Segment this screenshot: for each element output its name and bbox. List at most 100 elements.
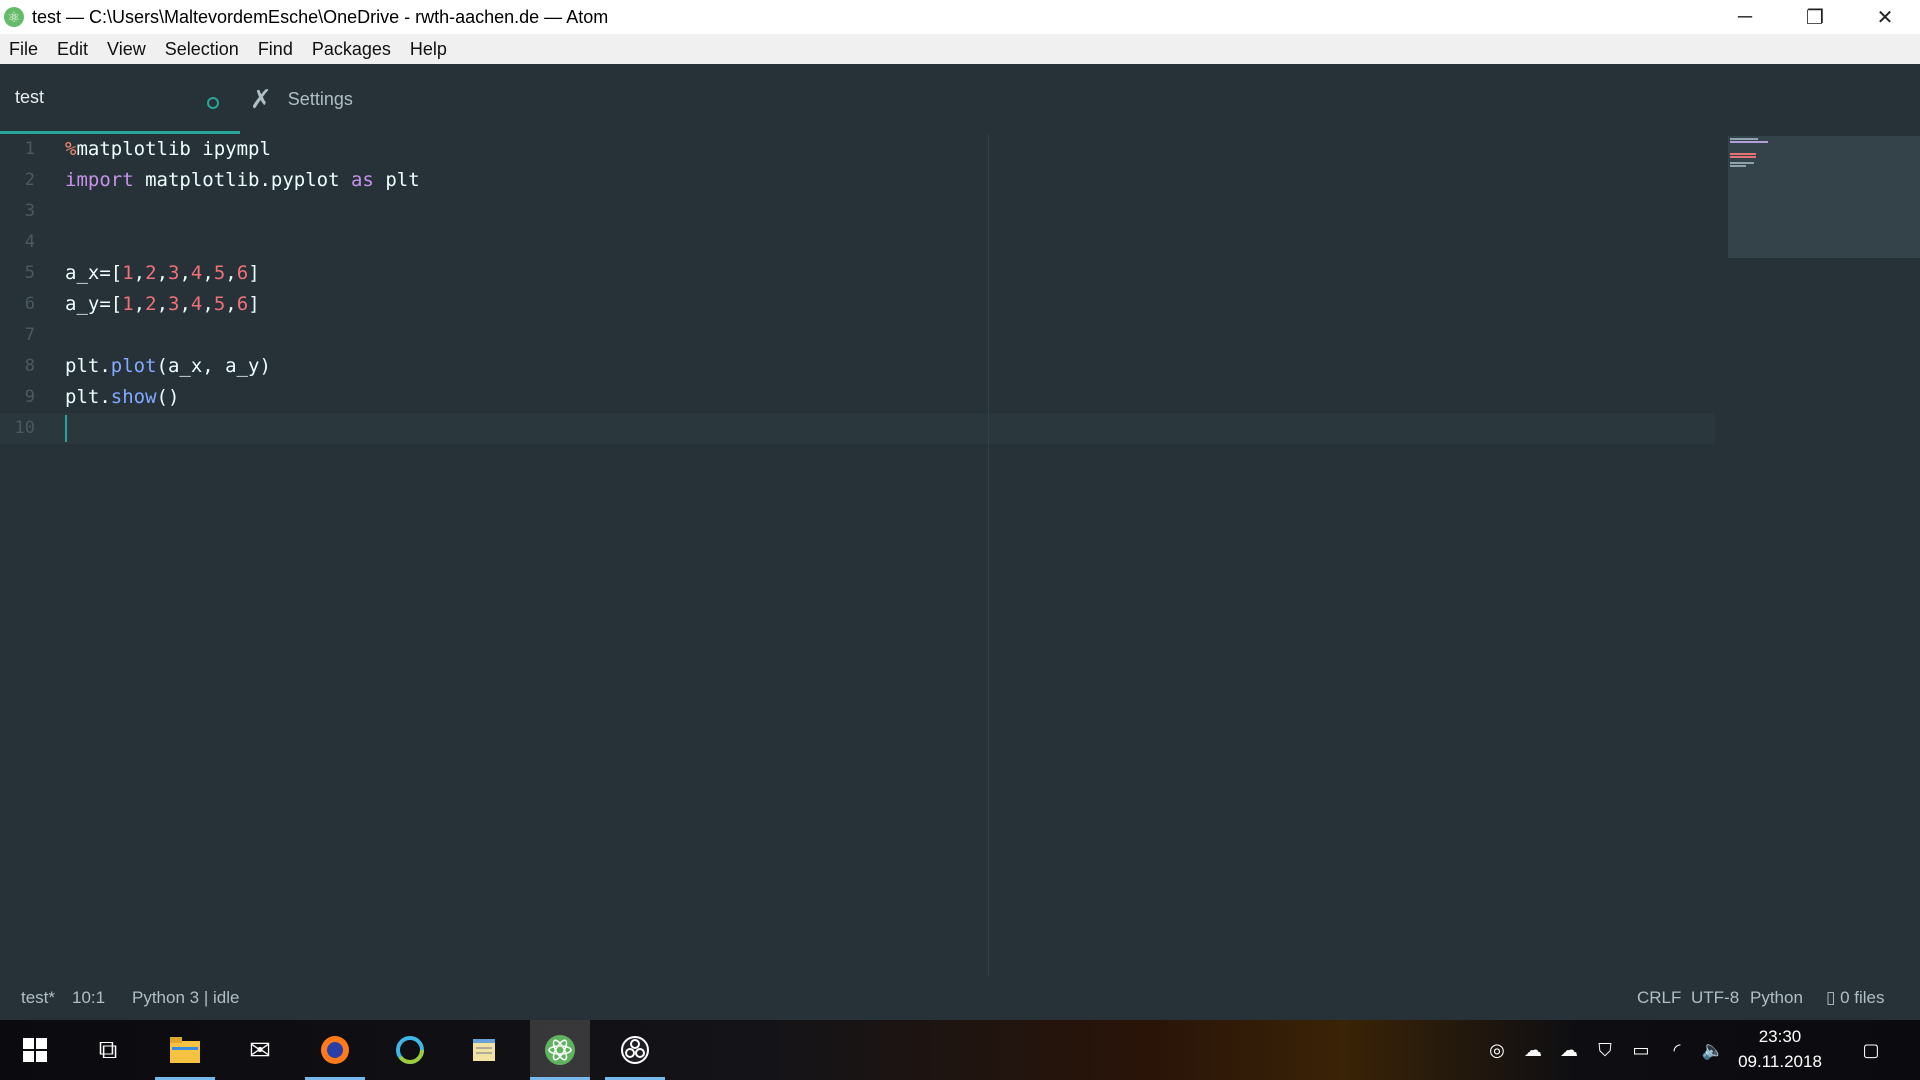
clock-date: 09.11.2018 xyxy=(1738,1052,1822,1071)
menu-edit[interactable]: Edit xyxy=(48,39,98,60)
token-text: () xyxy=(156,386,180,408)
window-controls: ─ ❐ ✕ xyxy=(1710,0,1920,34)
line-number: 10 xyxy=(14,418,35,438)
code-line-2: import matplotlib.pyplot as plt xyxy=(65,165,420,196)
line-number: 9 xyxy=(24,387,35,407)
windows-taskbar: ⧉ ✉ ◎ ☁ ☁ ⛉ ▭ ◜ 🔈 23:30 09.11.2018 ▢ xyxy=(0,1020,1920,1080)
status-kernel[interactable]: Python 3 | idle xyxy=(132,976,239,1020)
line-number: 6 xyxy=(24,294,35,314)
atom-icon xyxy=(545,1035,575,1065)
token-number: 4 xyxy=(190,262,203,284)
minimap-line xyxy=(1730,165,1746,167)
tray-cloud-icon[interactable]: ☁ xyxy=(1554,1020,1584,1080)
atom-taskbar-button[interactable] xyxy=(530,1020,590,1080)
tray-battery-icon[interactable]: ▭ xyxy=(1626,1020,1656,1080)
mail-icon: ✉ xyxy=(249,1034,271,1065)
obs-studio-button[interactable] xyxy=(605,1020,665,1080)
code-line-8: plt.plot(a_x, a_y) xyxy=(65,351,271,382)
code-line-5: a_x=[1,2,3,4,5,6] xyxy=(65,262,260,284)
modified-indicator-icon[interactable] xyxy=(207,97,219,109)
menu-find[interactable]: Find xyxy=(249,39,303,60)
token-text: a_x=[ xyxy=(65,262,123,284)
token-number: 6 xyxy=(236,293,249,315)
line-number: 3 xyxy=(24,201,35,221)
line-number: 1 xyxy=(24,139,35,159)
menu-view[interactable]: View xyxy=(98,39,156,60)
status-cursor-position[interactable]: 10:1 xyxy=(72,976,105,1020)
firefox-button[interactable] xyxy=(305,1020,365,1080)
token-text: plt. xyxy=(65,355,111,377)
menu-bar: File Edit View Selection Find Packages H… xyxy=(0,34,1920,65)
token-number: 2 xyxy=(145,293,157,315)
window-title: test — C:\Users\MaltevordemEsche\OneDriv… xyxy=(32,6,609,27)
status-file-name[interactable]: test* xyxy=(21,976,55,1020)
tab-title: Settings xyxy=(287,88,353,109)
menu-file[interactable]: File xyxy=(0,39,48,60)
minimap[interactable] xyxy=(1728,136,1920,258)
tray-onedrive-icon[interactable]: ☁ xyxy=(1518,1020,1548,1080)
code-line-9: plt.show() xyxy=(65,382,179,413)
status-encoding[interactable]: UTF-8 xyxy=(1691,976,1739,1020)
close-button[interactable]: ✕ xyxy=(1850,0,1920,34)
file-explorer-button[interactable] xyxy=(155,1020,215,1080)
windows-logo-icon xyxy=(23,1038,47,1062)
tray-obs-icon[interactable]: ◎ xyxy=(1482,1020,1512,1080)
firefox-icon xyxy=(321,1036,349,1064)
token-text: a_y=[ xyxy=(65,293,123,315)
git-files-count: 0 files xyxy=(1840,988,1885,1007)
tab-settings[interactable]: ✗ Settings xyxy=(250,64,450,134)
status-git[interactable]: ▯ 0 files xyxy=(1826,976,1885,1020)
token-number: 5 xyxy=(213,293,226,315)
token-number: 3 xyxy=(168,262,180,284)
line-number: 8 xyxy=(24,356,35,376)
token-function: show xyxy=(110,386,157,408)
tray-wifi-icon[interactable]: ◜ xyxy=(1662,1020,1692,1080)
task-view-icon: ⧉ xyxy=(98,1034,118,1064)
minimap-line xyxy=(1730,162,1754,164)
restore-button[interactable]: ❐ xyxy=(1780,0,1850,34)
token-text: ] xyxy=(248,293,260,315)
tab-bar: test ✗ Settings xyxy=(0,64,1920,134)
token-magic: % xyxy=(65,138,77,160)
line-number: 2 xyxy=(24,170,35,190)
token-keyword: import xyxy=(65,169,134,191)
system-clock[interactable]: 23:30 09.11.2018 xyxy=(1730,1024,1830,1074)
token-number: 4 xyxy=(190,293,203,315)
text-editor[interactable]: 1 2 3 4 5 6 7 8 9 10 %matplotlib ipympl … xyxy=(0,134,1920,976)
task-view-button[interactable]: ⧉ xyxy=(78,1020,138,1080)
token-number: 1 xyxy=(122,293,134,315)
token-number: 1 xyxy=(122,262,134,284)
cursor-line-highlight xyxy=(0,413,1715,444)
start-button[interactable] xyxy=(5,1020,65,1080)
minimap-line xyxy=(1730,156,1756,158)
menu-help[interactable]: Help xyxy=(401,39,457,60)
status-grammar[interactable]: Python xyxy=(1750,976,1803,1020)
token-keyword: as xyxy=(350,169,374,191)
token-function: plot xyxy=(110,355,157,377)
token-text: matplotlib ipympl xyxy=(76,138,271,160)
line-number: 7 xyxy=(24,325,35,345)
title-bar: ⚛ test — C:\Users\MaltevordemEsche\OneDr… xyxy=(0,0,1920,34)
minimize-button[interactable]: ─ xyxy=(1710,0,1780,34)
tools-icon: ✗ xyxy=(250,83,272,114)
token-number: 5 xyxy=(213,262,226,284)
mail-button[interactable]: ✉ xyxy=(230,1020,290,1080)
notepad-button[interactable] xyxy=(455,1020,515,1080)
circle-app-icon xyxy=(396,1036,424,1064)
code-line-6: a_y=[1,2,3,4,5,6] xyxy=(65,293,260,315)
notifications-icon[interactable]: ▢ xyxy=(1854,1020,1888,1080)
clock-time: 23:30 xyxy=(1758,1027,1802,1046)
tab-test[interactable]: test xyxy=(0,64,240,134)
line-number: 4 xyxy=(24,232,35,252)
minimap-line xyxy=(1730,138,1758,140)
browser-circle-button[interactable] xyxy=(380,1020,440,1080)
tray-volume-icon[interactable]: 🔈 xyxy=(1698,1020,1728,1080)
menu-selection[interactable]: Selection xyxy=(156,39,249,60)
folder-icon xyxy=(170,1037,200,1063)
tray-defender-icon[interactable]: ⛉ xyxy=(1590,1020,1620,1080)
token-number: 3 xyxy=(168,293,180,315)
status-line-ending[interactable]: CRLF xyxy=(1637,976,1681,1020)
notepad-icon xyxy=(473,1039,495,1061)
text-cursor xyxy=(65,415,67,442)
menu-packages[interactable]: Packages xyxy=(303,39,401,60)
